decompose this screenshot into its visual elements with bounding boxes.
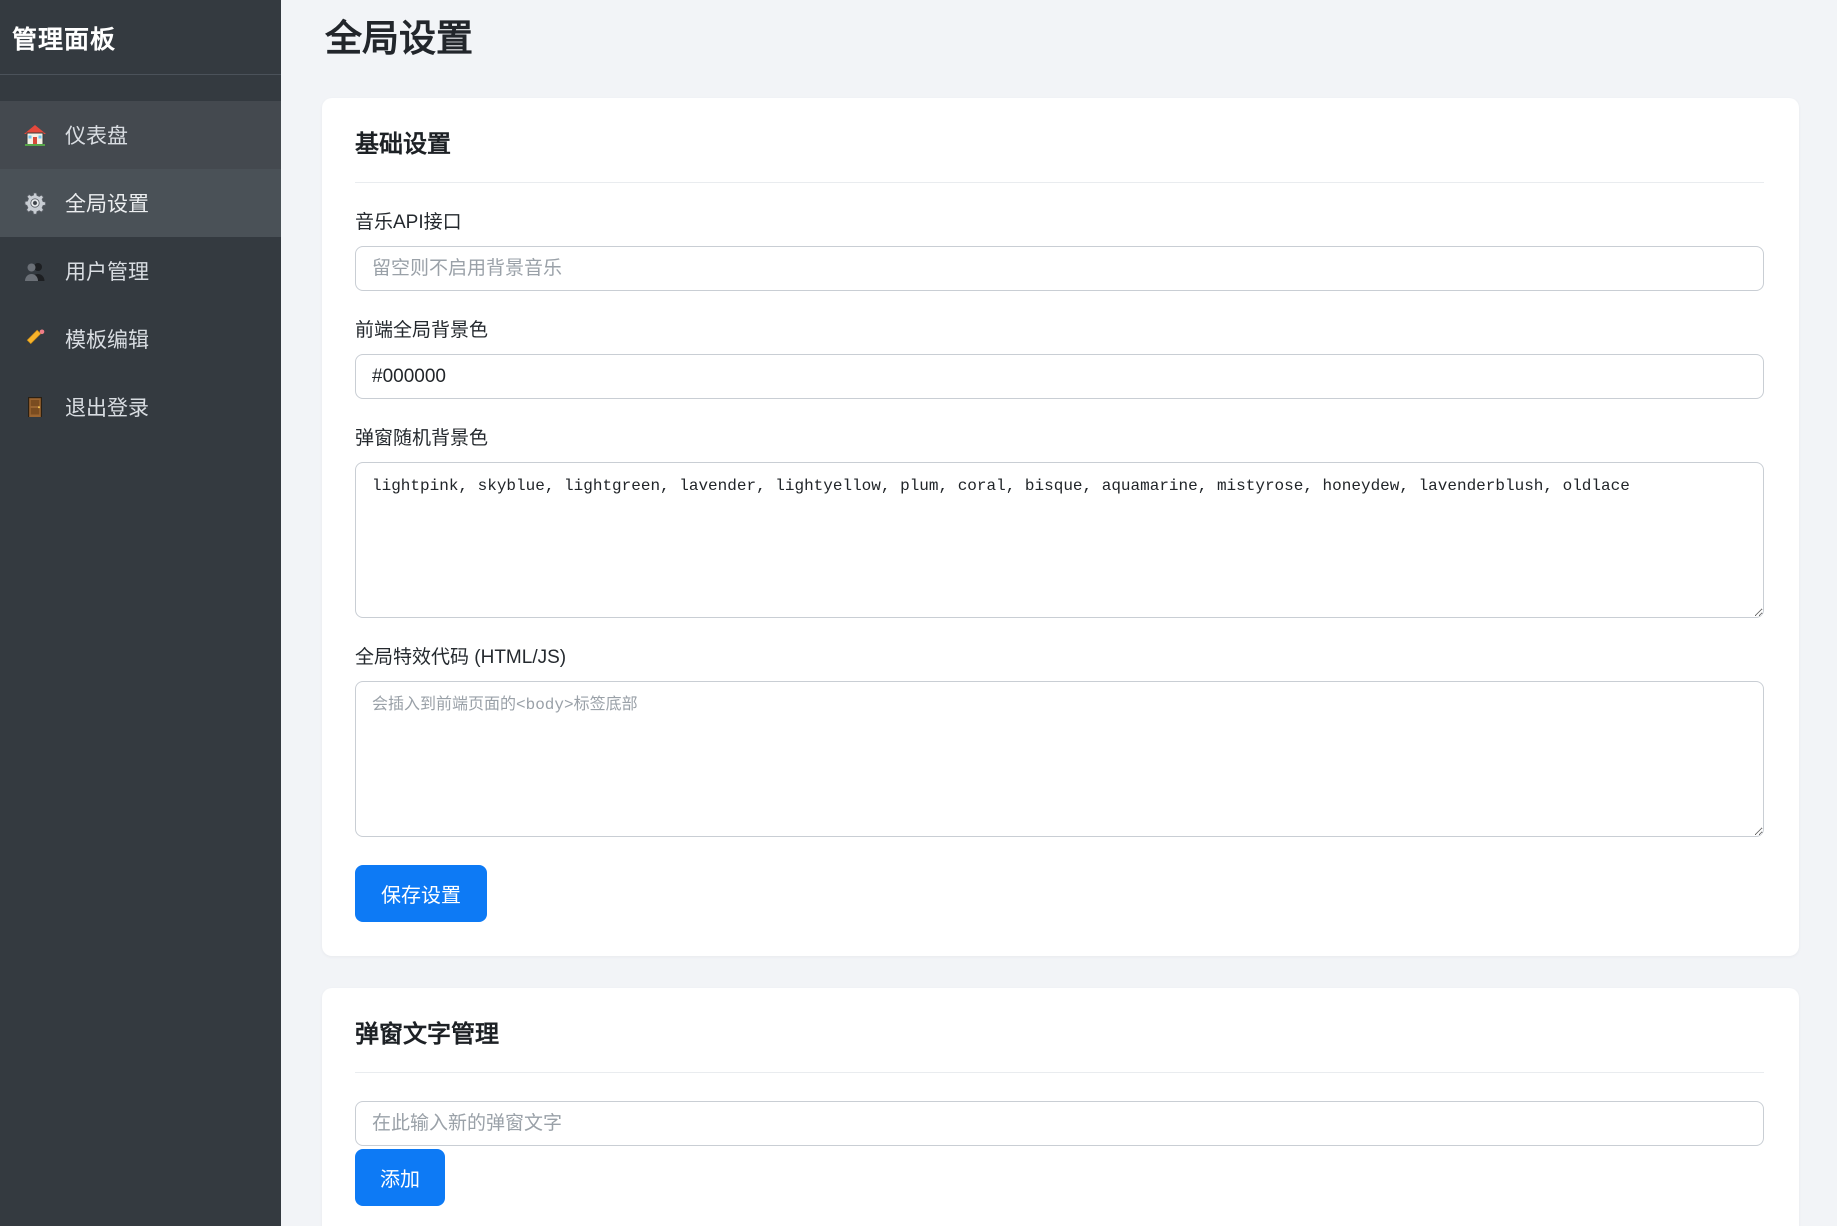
page-title: 全局设置 [325, 12, 1799, 66]
popup-colors-textarea[interactable]: lightpink, skyblue, lightgreen, lavender… [355, 462, 1764, 618]
app-title: 管理面板 [0, 0, 281, 75]
bg-color-label: 前端全局背景色 [355, 319, 1764, 343]
popup-text-heading: 弹窗文字管理 [355, 1020, 1764, 1050]
sidebar-item-global-settings[interactable]: 全局设置 [0, 169, 281, 237]
sidebar-nav: 仪表盘 全局设置 [0, 75, 281, 441]
add-popup-text-button[interactable]: 添加 [355, 1149, 445, 1206]
bg-color-input[interactable] [355, 354, 1764, 399]
gear-icon [22, 190, 48, 216]
sidebar-item-dashboard[interactable]: 仪表盘 [0, 101, 281, 169]
effects-code-label: 全局特效代码 (HTML/JS) [355, 646, 1764, 670]
divider [355, 182, 1764, 183]
popup-colors-label: 弹窗随机背景色 [355, 427, 1764, 451]
sidebar-item-user-management[interactable]: 用户管理 [0, 237, 281, 305]
sidebar-item-label: 用户管理 [65, 256, 149, 286]
popup-text-card: 弹窗文字管理 添加 [322, 988, 1799, 1226]
sidebar: 管理面板 仪表盘 [0, 0, 281, 1226]
sidebar-item-label: 模板编辑 [65, 324, 149, 354]
sidebar-item-logout[interactable]: 退出登录 [0, 373, 281, 441]
pencil-icon [22, 326, 48, 352]
sidebar-item-label: 仪表盘 [65, 120, 128, 150]
basic-settings-heading: 基础设置 [355, 130, 1764, 160]
sidebar-item-label: 退出登录 [65, 392, 149, 422]
new-popup-text-input[interactable] [355, 1101, 1764, 1146]
users-icon [22, 258, 48, 284]
sidebar-item-template-edit[interactable]: 模板编辑 [0, 305, 281, 373]
sidebar-item-label: 全局设置 [65, 188, 149, 218]
main-content: 全局设置 基础设置 音乐API接口 前端全局背景色 弹窗随机背景色 lightp… [281, 0, 1837, 1226]
home-icon [22, 122, 48, 148]
music-api-label: 音乐API接口 [355, 211, 1764, 235]
music-api-input[interactable] [355, 246, 1764, 291]
door-icon [22, 394, 48, 420]
save-settings-button[interactable]: 保存设置 [355, 865, 487, 922]
basic-settings-card: 基础设置 音乐API接口 前端全局背景色 弹窗随机背景色 lightpink, … [322, 98, 1799, 956]
effects-code-textarea[interactable] [355, 681, 1764, 837]
divider [355, 1072, 1764, 1073]
